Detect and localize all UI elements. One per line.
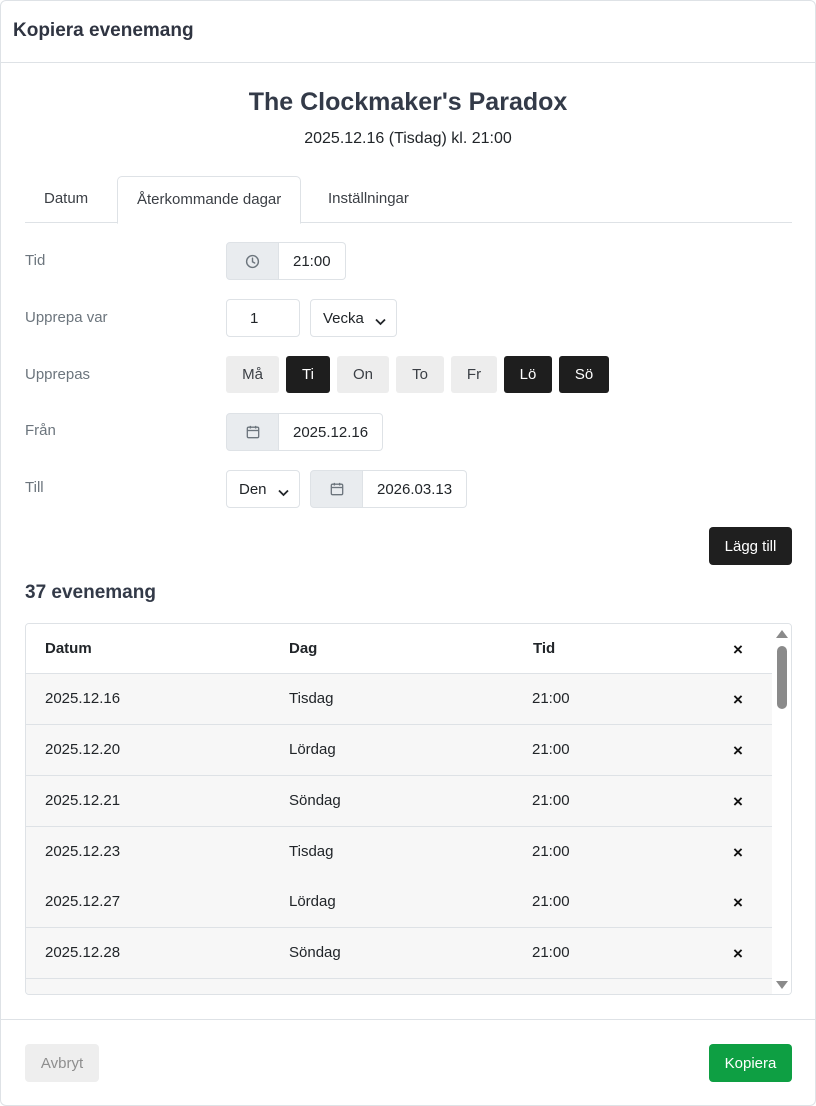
day-toggle-sunday[interactable]: Sö [559, 356, 609, 393]
event-datetime: 2025.12.16 (Tisdag) kl. 21:00 [304, 130, 512, 147]
row-day: Lördag [289, 893, 336, 910]
remove-row-icon[interactable]: × [733, 742, 743, 759]
row-time: 21:00 [532, 944, 570, 961]
remove-all-icon[interactable]: × [733, 641, 743, 658]
table-row: 2025.12.21 Söndag 21:00 × [26, 776, 772, 827]
row-date: 2025.12.20 [45, 741, 121, 758]
remove-row-icon[interactable]: × [733, 793, 743, 810]
day-toggle-wednesday[interactable]: On [337, 356, 389, 393]
table-row: 2025.12.20 Lördag 21:00 × [26, 725, 772, 776]
time-input[interactable]: 21:00 [279, 242, 346, 280]
row-date: 2025.12.21 [45, 792, 121, 809]
from-label: Från [25, 422, 56, 439]
until-label: Till [25, 479, 44, 496]
tab-datum[interactable]: Datum [25, 176, 107, 223]
scroll-thumb[interactable] [777, 646, 787, 709]
chevron-down-icon [375, 313, 386, 330]
copy-button[interactable]: Kopiera [709, 1044, 792, 1082]
row-date: 2025.12.28 [45, 944, 121, 961]
table-scrollbar[interactable] [772, 624, 791, 994]
modal-title: Kopiera evenemang [13, 20, 194, 41]
row-date: 2025.12.16 [45, 690, 121, 707]
events-table: Datum Dag Tid × 2025.12.16 Tisdag 21:00 … [25, 623, 792, 995]
day-toggle-thursday[interactable]: To [396, 356, 444, 393]
header-date: Datum [45, 640, 92, 657]
repeat-unit-select[interactable]: Vecka [310, 299, 397, 337]
table-row: 2025.12.28 Söndag 21:00 × [26, 928, 772, 979]
header-day: Dag [289, 640, 318, 657]
events-count: 37 evenemang [25, 582, 156, 603]
row-day: Tisdag [289, 690, 334, 707]
row-time: 21:00 [532, 893, 570, 910]
table-row: 2025.12.16 Tisdag 21:00 × [26, 674, 772, 725]
remove-row-icon[interactable]: × [733, 691, 743, 708]
copy-event-modal: Kopiera evenemang The Clockmaker's Parad… [0, 0, 816, 1106]
clock-icon [226, 242, 279, 280]
remove-row-icon[interactable]: × [733, 844, 743, 861]
calendar-icon[interactable] [310, 470, 363, 508]
row-day: Lördag [289, 741, 336, 758]
day-toggle-tuesday[interactable]: Ti [286, 356, 330, 393]
chevron-down-icon [278, 484, 289, 501]
row-day: Tisdag [289, 843, 334, 860]
scroll-up-arrow-icon[interactable] [776, 630, 788, 638]
table-row: 2025.12.23 Tisdag 21:00 × [26, 827, 772, 878]
day-toggle-friday[interactable]: Fr [451, 356, 497, 393]
day-toggle-saturday[interactable]: Lö [504, 356, 552, 393]
table-row [26, 979, 772, 994]
scroll-down-arrow-icon[interactable] [776, 981, 788, 989]
from-date-input[interactable]: 2025.12.16 [279, 413, 383, 451]
repeat-interval-input[interactable]: 1 [226, 299, 300, 337]
until-date-input[interactable]: 2026.03.13 [363, 470, 467, 508]
until-date-group: 2026.03.13 [310, 470, 467, 508]
table-row: 2025.12.27 Lördag 21:00 × [26, 877, 772, 928]
until-mode-select[interactable]: Den [226, 470, 300, 508]
time-input-group: 21:00 [226, 242, 346, 280]
row-day: Söndag [289, 944, 341, 961]
until-mode-value: Den [239, 480, 267, 498]
calendar-icon[interactable] [226, 413, 279, 451]
repeats-on-label: Upprepas [25, 366, 91, 383]
row-time: 21:00 [532, 690, 570, 707]
row-time: 21:00 [532, 792, 570, 809]
event-title: The Clockmaker's Paradox [248, 88, 568, 116]
row-day: Söndag [289, 792, 341, 809]
from-date-group: 2025.12.16 [226, 413, 383, 451]
table-header: Datum Dag Tid × [26, 624, 772, 674]
remove-row-icon[interactable]: × [733, 945, 743, 962]
repeat-unit-value: Vecka [323, 309, 364, 327]
header-time: Tid [533, 640, 556, 657]
remove-row-icon[interactable]: × [733, 894, 743, 911]
tab-settings[interactable]: Inställningar [309, 176, 428, 223]
tab-bar: Datum Återkommande dagar Inställningar [25, 176, 792, 224]
day-toggle-monday[interactable]: Må [226, 356, 279, 393]
time-label: Tid [25, 252, 46, 269]
repeat-every-label: Upprepa var [25, 309, 108, 326]
add-button[interactable]: Lägg till [709, 527, 792, 565]
modal-header: Kopiera evenemang [1, 1, 815, 63]
row-time: 21:00 [532, 741, 570, 758]
row-date: 2025.12.23 [45, 843, 121, 860]
cancel-button[interactable]: Avbryt [25, 1044, 99, 1082]
modal-footer [1, 1019, 815, 1105]
row-date: 2025.12.27 [45, 893, 121, 910]
row-time: 21:00 [532, 843, 570, 860]
tab-recurring-days[interactable]: Återkommande dagar [117, 176, 302, 224]
